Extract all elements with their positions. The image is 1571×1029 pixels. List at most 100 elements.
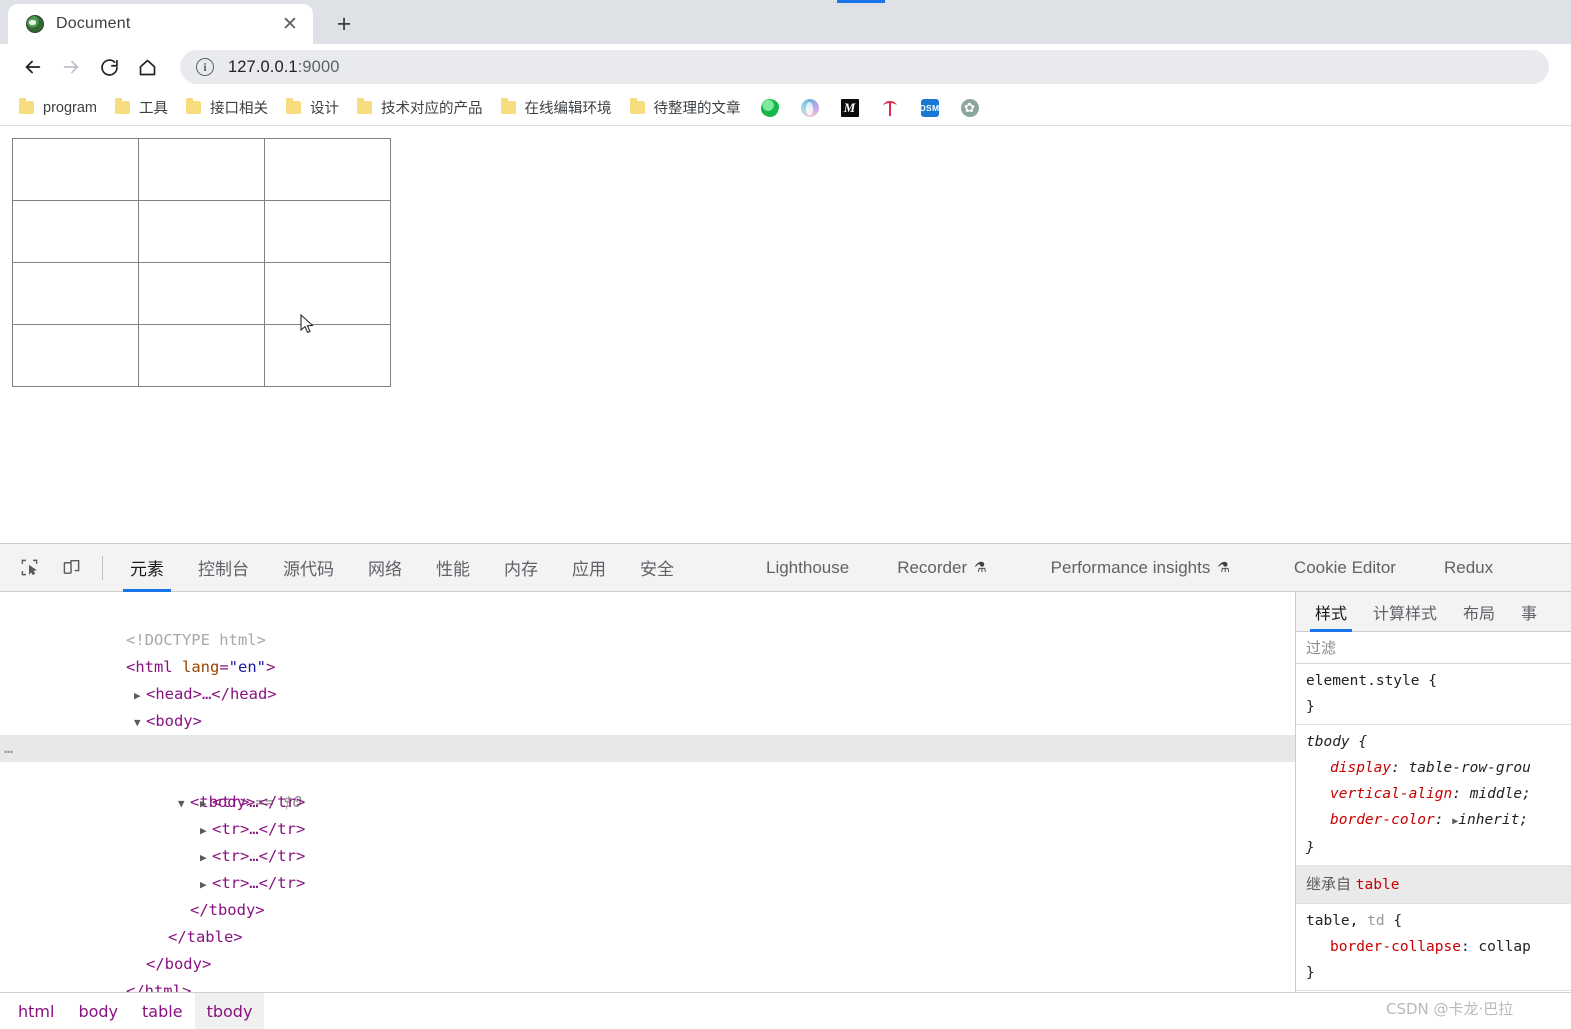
bookmark-label: 设计 (310, 101, 339, 117)
breadcrumb-item-body[interactable]: body (66, 993, 130, 1029)
breadcrumb-item-tbody[interactable]: tbody (194, 992, 265, 1029)
dom-node-doctype[interactable]: <!DOCTYPE html> (0, 600, 1295, 649)
rule-value[interactable]: : (1391, 760, 1408, 776)
bookmark-program[interactable]: program (10, 94, 106, 122)
rule-property[interactable]: border-color (1306, 807, 1435, 833)
rule-value[interactable]: : (1461, 939, 1478, 955)
inherited-from-header: 继承自 table (1296, 866, 1571, 904)
dom-node-table[interactable]: ▼<table border="1"> (0, 708, 1295, 757)
breadcrumb-item-html[interactable]: html (6, 993, 66, 1029)
dom-node-tbody-close[interactable]: </tbody> (0, 870, 1295, 919)
tab-styles[interactable]: 样式 (1302, 592, 1360, 632)
bookmark-design[interactable]: 设计 (277, 94, 348, 122)
style-rule-table[interactable]: table { border-collapse: separat text-in… (1296, 991, 1571, 992)
gradient-circle-icon[interactable] (800, 98, 819, 117)
inherited-target[interactable]: table (1356, 877, 1400, 893)
dom-node-body-close[interactable]: </body> (0, 924, 1295, 973)
browser-tab-document[interactable]: Document ✕ (8, 4, 313, 44)
device-toolbar-icon[interactable] (53, 550, 89, 586)
rule-property[interactable]: border-collapse (1306, 934, 1461, 960)
rule-selector[interactable]: tbody (1306, 734, 1350, 750)
red-tower-icon[interactable] (881, 99, 899, 117)
reload-icon[interactable] (90, 48, 128, 86)
tab-recorder[interactable]: Recorder ⚗ (880, 544, 1003, 592)
style-rule-element-style[interactable]: element.style { } (1296, 664, 1571, 725)
table-cell (138, 262, 265, 325)
dom-node-table-close[interactable]: </table> (0, 897, 1295, 946)
bookmark-tech-products[interactable]: 技术对应的产品 (348, 94, 492, 122)
style-rule-tbody[interactable]: tbody { display: table-row-grou vertical… (1296, 725, 1571, 866)
inspect-element-icon[interactable] (11, 550, 47, 586)
table-cell (264, 138, 391, 201)
tab-elements[interactable]: 元素 (113, 544, 181, 592)
more-options-icon[interactable]: … (4, 735, 14, 762)
dom-node-tr[interactable]: ▶ <tr>…</tr> (0, 816, 1295, 865)
bookmark-online-editors[interactable]: 在线编辑环境 (492, 94, 621, 122)
green-blob-icon[interactable] (760, 98, 779, 117)
tab-sources[interactable]: 源代码 (266, 544, 351, 592)
tab-console[interactable]: 控制台 (181, 544, 266, 592)
table-cell (138, 138, 265, 201)
dom-node-tr[interactable]: ▶ <tr>…</tr> (0, 843, 1295, 892)
rule-value-text[interactable]: middle; (1470, 786, 1531, 802)
dom-node-head[interactable]: ▶ <head>…</head> (0, 654, 1295, 703)
styles-filter-input[interactable]: 过滤 (1296, 632, 1571, 664)
bookmark-label: program (43, 99, 97, 116)
tab-application[interactable]: 应用 (555, 544, 623, 592)
tab-network[interactable]: 网络 (351, 544, 419, 592)
dom-node-html-close[interactable]: </html> (0, 951, 1295, 992)
bookmark-api[interactable]: 接口相关 (177, 94, 277, 122)
tab-computed[interactable]: 计算样式 (1360, 592, 1450, 632)
dom-node-tbody[interactable]: … ▼ <tbody>== $0 (0, 735, 1295, 811)
tab-performance-insights[interactable]: Performance insights ⚗ (1034, 544, 1247, 592)
address-bar[interactable]: i 127.0.0.1:9000 (180, 50, 1549, 84)
tab-redux[interactable]: Redux (1427, 544, 1510, 592)
close-icon[interactable]: ✕ (277, 11, 303, 37)
styles-tab-bar: 样式 计算样式 布局 事 (1296, 592, 1571, 632)
rule-brace-close: } (1306, 840, 1315, 856)
tab-memory[interactable]: 内存 (487, 544, 555, 592)
breadcrumb: html body table tbody (0, 992, 1571, 1029)
rule-selector[interactable]: table, (1306, 913, 1358, 929)
back-arrow-icon[interactable] (14, 48, 52, 86)
rule-value-text[interactable]: table-row-grou (1409, 760, 1531, 776)
tab-event-listeners[interactable]: 事 (1508, 592, 1550, 632)
dsm-icon[interactable]: DSM (920, 98, 939, 117)
bookmark-tools[interactable]: 工具 (106, 94, 177, 122)
dom-node-body[interactable]: ▼ <body> (0, 681, 1295, 730)
medium-m-icon[interactable]: M (840, 98, 859, 117)
rule-brace-open: { (1349, 734, 1368, 750)
site-info-icon[interactable]: i (196, 58, 214, 76)
tab-lighthouse[interactable]: Lighthouse (749, 544, 866, 592)
dom-node-html[interactable]: <html lang="en"> (0, 627, 1295, 676)
tab-label: 应用 (572, 560, 606, 579)
tab-performance[interactable]: 性能 (419, 544, 487, 592)
folder-icon (286, 98, 301, 114)
rule-value-text[interactable]: inherit; (1458, 812, 1528, 828)
rule-selector-secondary[interactable]: td (1367, 913, 1384, 929)
bookmark-label: 待整理的文章 (653, 101, 741, 117)
rule-value[interactable]: : (1435, 812, 1452, 828)
dom-node-tr[interactable]: ▶ <tr>…</tr> (0, 762, 1295, 811)
tab-cookie-editor[interactable]: Cookie Editor (1277, 544, 1413, 592)
tab-security[interactable]: 安全 (623, 544, 691, 592)
tab-label: Recorder (897, 557, 968, 577)
home-icon[interactable] (128, 48, 166, 86)
breadcrumb-item-table[interactable]: table (130, 993, 195, 1029)
new-tab-button[interactable]: + (327, 7, 361, 41)
rule-value-text[interactable]: collap (1478, 939, 1530, 955)
openai-icon[interactable]: ✿ (960, 98, 979, 117)
rule-property[interactable]: display (1306, 755, 1391, 781)
rule-value[interactable]: : (1452, 786, 1469, 802)
tab-label: 内存 (504, 560, 538, 579)
bookmark-label: 技术对应的产品 (381, 101, 483, 117)
dom-tree-pane[interactable]: <!DOCTYPE html> <html lang="en"> ▶ <head>… (0, 592, 1295, 992)
style-rule-table-td[interactable]: table, td { border-collapse: collap } (1296, 904, 1571, 991)
tab-layout[interactable]: 布局 (1450, 592, 1508, 632)
dom-node-tr[interactable]: ▶ <tr>…</tr> (0, 789, 1295, 838)
bookmark-articles[interactable]: 待整理的文章 (621, 94, 750, 122)
rule-selector[interactable]: element.style (1306, 673, 1420, 689)
rule-property[interactable]: vertical-align (1306, 781, 1452, 807)
table-row (12, 200, 391, 263)
table-row (12, 262, 391, 325)
